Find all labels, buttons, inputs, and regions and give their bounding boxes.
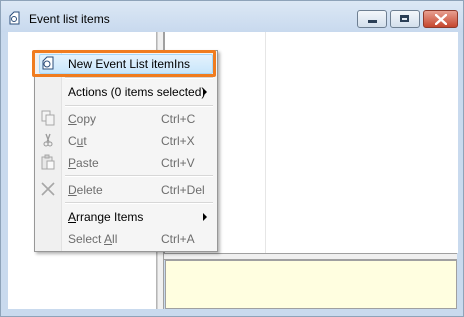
maximize-icon bbox=[400, 15, 409, 22]
menu-item-shortcut: Ctrl+C bbox=[161, 112, 196, 126]
minimize-button[interactable] bbox=[357, 10, 387, 28]
detail-pane[interactable] bbox=[165, 260, 457, 309]
horizontal-splitter[interactable] bbox=[164, 253, 457, 260]
window-title: Event list items bbox=[29, 12, 110, 26]
menu-item-label: Arrange Items bbox=[68, 210, 144, 224]
delete-icon bbox=[41, 182, 55, 196]
copy-icon bbox=[41, 110, 55, 126]
menu-separator bbox=[65, 202, 213, 204]
menu-item-delete[interactable]: Delete Ctrl+Del bbox=[37, 178, 215, 200]
maximize-button[interactable] bbox=[390, 10, 420, 28]
menu-item-label: Actions (0 items selected) bbox=[68, 85, 206, 99]
menu-item-label: Select All bbox=[68, 232, 118, 246]
menu-item-actions[interactable]: Actions (0 items selected) bbox=[37, 80, 215, 102]
menu-item-label: Delete bbox=[68, 183, 103, 197]
submenu-arrow-icon bbox=[203, 88, 207, 96]
menu-item-label: Copy bbox=[68, 112, 97, 126]
submenu-arrow-icon bbox=[203, 213, 207, 221]
menu-item-copy[interactable]: Copy Ctrl+C bbox=[37, 107, 215, 129]
menu-item-cut[interactable]: Cut Ctrl+X bbox=[37, 129, 215, 151]
menu-item-shortcut: Ctrl+X bbox=[161, 134, 195, 148]
menu-item-paste[interactable]: Paste Ctrl+V bbox=[37, 151, 215, 173]
menu-separator bbox=[65, 77, 213, 79]
cut-icon bbox=[43, 133, 53, 147]
close-icon bbox=[435, 14, 447, 25]
menu-item-shortcut: Ctrl+Del bbox=[161, 183, 205, 197]
menu-item-shortcut: Ctrl+A bbox=[161, 232, 195, 246]
menu-separator bbox=[65, 175, 213, 177]
menu-item-label: Paste bbox=[68, 156, 99, 170]
event-list-icon bbox=[9, 11, 20, 25]
column-divider bbox=[265, 32, 266, 253]
menu-item-new-event-list-item[interactable]: New Event List item Ins bbox=[37, 52, 215, 74]
minimize-icon bbox=[368, 20, 377, 23]
menu-item-arrange-items[interactable]: Arrange Items bbox=[37, 205, 215, 227]
menu-item-label: Cut bbox=[68, 134, 87, 148]
context-menu: New Event List item Ins Actions (0 items… bbox=[34, 50, 218, 252]
close-button[interactable] bbox=[423, 10, 458, 28]
title-bar[interactable]: Event list items bbox=[1, 1, 463, 32]
menu-item-shortcut: Ins bbox=[174, 57, 191, 71]
menu-item-shortcut: Ctrl+V bbox=[161, 156, 195, 170]
menu-item-select-all[interactable]: Select All Ctrl+A bbox=[37, 227, 215, 249]
new-event-icon bbox=[42, 56, 54, 70]
menu-item-label: New Event List item bbox=[68, 57, 175, 71]
paste-icon bbox=[41, 154, 55, 170]
